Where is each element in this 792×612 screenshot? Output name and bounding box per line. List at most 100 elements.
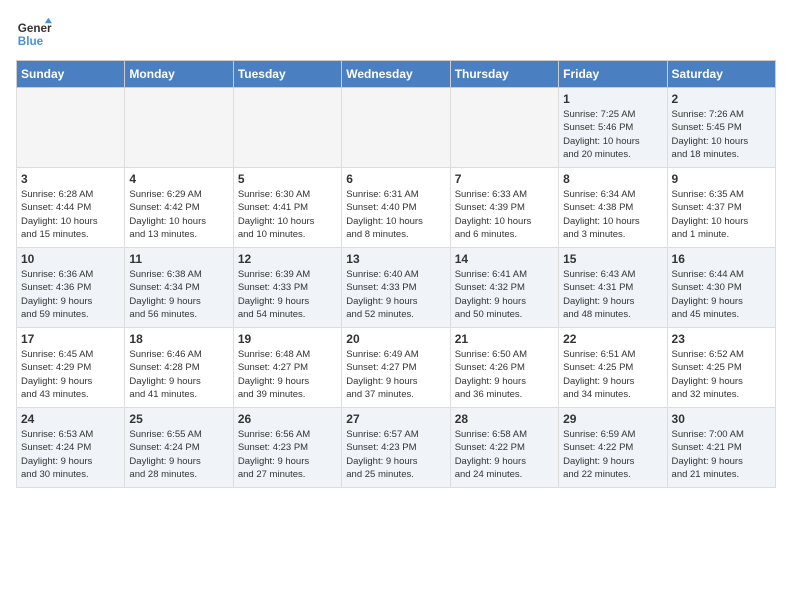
calendar-table: SundayMondayTuesdayWednesdayThursdayFrid… [16, 60, 776, 488]
calendar-cell: 6 Sunrise: 6:31 AM Sunset: 4:40 PM Daylig… [342, 168, 450, 248]
calendar-cell: 29 Sunrise: 6:59 AM Sunset: 4:22 PM Dayli… [559, 408, 667, 488]
calendar-cell [342, 88, 450, 168]
day-number: 20 [346, 332, 445, 346]
weekday-header: Wednesday [342, 61, 450, 88]
day-number: 14 [455, 252, 554, 266]
svg-text:General: General [18, 22, 52, 35]
day-number: 26 [238, 412, 337, 426]
calendar-cell: 26 Sunrise: 6:56 AM Sunset: 4:23 PM Dayli… [233, 408, 341, 488]
calendar-cell: 5 Sunrise: 6:30 AM Sunset: 4:41 PM Daylig… [233, 168, 341, 248]
day-number: 16 [672, 252, 771, 266]
calendar-cell: 21 Sunrise: 6:50 AM Sunset: 4:26 PM Dayli… [450, 328, 558, 408]
calendar-cell: 24 Sunrise: 6:53 AM Sunset: 4:24 PM Dayli… [17, 408, 125, 488]
day-number: 17 [21, 332, 120, 346]
day-number: 11 [129, 252, 228, 266]
day-number: 27 [346, 412, 445, 426]
day-info: Sunrise: 6:28 AM Sunset: 4:44 PM Dayligh… [21, 188, 120, 241]
day-info: Sunrise: 6:48 AM Sunset: 4:27 PM Dayligh… [238, 348, 337, 401]
day-info: Sunrise: 6:50 AM Sunset: 4:26 PM Dayligh… [455, 348, 554, 401]
day-number: 8 [563, 172, 662, 186]
day-info: Sunrise: 7:26 AM Sunset: 5:45 PM Dayligh… [672, 108, 771, 161]
day-number: 1 [563, 92, 662, 106]
calendar-cell: 10Sunrise: 6:36 AM Sunset: 4:36 PM Dayli… [17, 248, 125, 328]
day-number: 23 [672, 332, 771, 346]
day-info: Sunrise: 6:31 AM Sunset: 4:40 PM Dayligh… [346, 188, 445, 241]
day-number: 9 [672, 172, 771, 186]
day-info: Sunrise: 6:40 AM Sunset: 4:33 PM Dayligh… [346, 268, 445, 321]
day-info: Sunrise: 6:53 AM Sunset: 4:24 PM Dayligh… [21, 428, 120, 481]
calendar-cell: 17 Sunrise: 6:45 AM Sunset: 4:29 PM Dayli… [17, 328, 125, 408]
day-number: 18 [129, 332, 228, 346]
day-info: Sunrise: 7:25 AM Sunset: 5:46 PM Dayligh… [563, 108, 662, 161]
calendar-cell [450, 88, 558, 168]
calendar-cell: 9 Sunrise: 6:35 AM Sunset: 4:37 PM Daylig… [667, 168, 775, 248]
calendar-cell: 18Sunrise: 6:46 AM Sunset: 4:28 PM Dayli… [125, 328, 233, 408]
header: General Blue [16, 16, 776, 52]
weekday-header: Thursday [450, 61, 558, 88]
calendar-cell: 7 Sunrise: 6:33 AM Sunset: 4:39 PM Daylig… [450, 168, 558, 248]
calendar-cell: 16 Sunrise: 6:44 AM Sunset: 4:30 PM Dayli… [667, 248, 775, 328]
weekday-header: Tuesday [233, 61, 341, 88]
day-info: Sunrise: 7:00 AM Sunset: 4:21 PM Dayligh… [672, 428, 771, 481]
calendar-cell: 15Sunrise: 6:43 AM Sunset: 4:31 PM Dayli… [559, 248, 667, 328]
day-info: Sunrise: 6:43 AM Sunset: 4:31 PM Dayligh… [563, 268, 662, 321]
weekday-header: Sunday [17, 61, 125, 88]
day-info: Sunrise: 6:44 AM Sunset: 4:30 PM Dayligh… [672, 268, 771, 321]
day-info: Sunrise: 6:34 AM Sunset: 4:38 PM Dayligh… [563, 188, 662, 241]
day-info: Sunrise: 6:29 AM Sunset: 4:42 PM Dayligh… [129, 188, 228, 241]
day-number: 4 [129, 172, 228, 186]
weekday-header: Friday [559, 61, 667, 88]
day-number: 29 [563, 412, 662, 426]
day-info: Sunrise: 6:49 AM Sunset: 4:27 PM Dayligh… [346, 348, 445, 401]
day-number: 12 [238, 252, 337, 266]
calendar-cell: 12 Sunrise: 6:39 AM Sunset: 4:33 PM Dayli… [233, 248, 341, 328]
day-info: Sunrise: 6:33 AM Sunset: 4:39 PM Dayligh… [455, 188, 554, 241]
day-number: 5 [238, 172, 337, 186]
calendar-cell [17, 88, 125, 168]
svg-text:Blue: Blue [18, 35, 44, 48]
day-number: 24 [21, 412, 120, 426]
calendar-cell: 11 Sunrise: 6:38 AM Sunset: 4:34 PM Dayli… [125, 248, 233, 328]
calendar-cell [125, 88, 233, 168]
day-info: Sunrise: 6:57 AM Sunset: 4:23 PM Dayligh… [346, 428, 445, 481]
day-info: Sunrise: 6:38 AM Sunset: 4:34 PM Dayligh… [129, 268, 228, 321]
calendar-cell: 22Sunrise: 6:51 AM Sunset: 4:25 PM Dayli… [559, 328, 667, 408]
calendar-cell: 8 Sunrise: 6:34 AM Sunset: 4:38 PM Daylig… [559, 168, 667, 248]
day-info: Sunrise: 6:55 AM Sunset: 4:24 PM Dayligh… [129, 428, 228, 481]
calendar-cell: 1 Sunrise: 7:25 AM Sunset: 5:46 PM Daylig… [559, 88, 667, 168]
day-info: Sunrise: 6:39 AM Sunset: 4:33 PM Dayligh… [238, 268, 337, 321]
calendar-cell: 27 Sunrise: 6:57 AM Sunset: 4:23 PM Dayli… [342, 408, 450, 488]
day-number: 2 [672, 92, 771, 106]
day-info: Sunrise: 6:59 AM Sunset: 4:22 PM Dayligh… [563, 428, 662, 481]
day-info: Sunrise: 6:45 AM Sunset: 4:29 PM Dayligh… [21, 348, 120, 401]
day-info: Sunrise: 6:56 AM Sunset: 4:23 PM Dayligh… [238, 428, 337, 481]
calendar-cell: 13 Sunrise: 6:40 AM Sunset: 4:33 PM Dayli… [342, 248, 450, 328]
weekday-header: Saturday [667, 61, 775, 88]
logo-icon: General Blue [16, 16, 52, 52]
day-number: 21 [455, 332, 554, 346]
day-number: 22 [563, 332, 662, 346]
calendar-cell: 30 Sunrise: 7:00 AM Sunset: 4:21 PM Dayli… [667, 408, 775, 488]
calendar-cell: 14Sunrise: 6:41 AM Sunset: 4:32 PM Dayli… [450, 248, 558, 328]
calendar-cell: 23 Sunrise: 6:52 AM Sunset: 4:25 PM Dayli… [667, 328, 775, 408]
day-number: 28 [455, 412, 554, 426]
day-number: 3 [21, 172, 120, 186]
calendar-cell: 19 Sunrise: 6:48 AM Sunset: 4:27 PM Dayli… [233, 328, 341, 408]
calendar-cell: 4 Sunrise: 6:29 AM Sunset: 4:42 PM Daylig… [125, 168, 233, 248]
calendar-cell [233, 88, 341, 168]
day-info: Sunrise: 6:52 AM Sunset: 4:25 PM Dayligh… [672, 348, 771, 401]
day-number: 7 [455, 172, 554, 186]
calendar-cell: 3 Sunrise: 6:28 AM Sunset: 4:44 PM Daylig… [17, 168, 125, 248]
day-number: 30 [672, 412, 771, 426]
day-info: Sunrise: 6:30 AM Sunset: 4:41 PM Dayligh… [238, 188, 337, 241]
day-info: Sunrise: 6:35 AM Sunset: 4:37 PM Dayligh… [672, 188, 771, 241]
day-number: 19 [238, 332, 337, 346]
day-info: Sunrise: 6:58 AM Sunset: 4:22 PM Dayligh… [455, 428, 554, 481]
calendar-cell: 25Sunrise: 6:55 AM Sunset: 4:24 PM Dayli… [125, 408, 233, 488]
calendar-cell: 2 Sunrise: 7:26 AM Sunset: 5:45 PM Daylig… [667, 88, 775, 168]
weekday-header: Monday [125, 61, 233, 88]
day-number: 6 [346, 172, 445, 186]
calendar-cell: 20 Sunrise: 6:49 AM Sunset: 4:27 PM Dayli… [342, 328, 450, 408]
calendar-cell: 28 Sunrise: 6:58 AM Sunset: 4:22 PM Dayli… [450, 408, 558, 488]
day-number: 13 [346, 252, 445, 266]
